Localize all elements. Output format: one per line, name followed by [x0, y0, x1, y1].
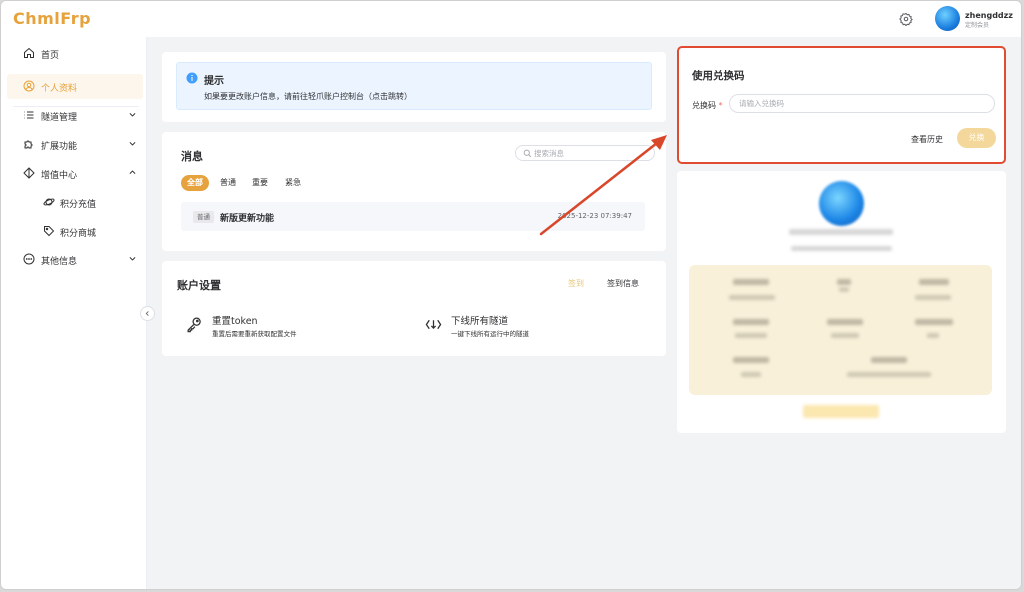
- blurred-username: [789, 229, 893, 235]
- info-icon: [186, 72, 198, 84]
- redeem-button[interactable]: 兑换: [957, 128, 996, 148]
- search-icon: [523, 149, 532, 158]
- message-time: 2025-12-23 07:39:47: [557, 212, 632, 220]
- blurred-stat-value: [847, 372, 931, 377]
- diamond-icon: [23, 167, 35, 179]
- alert-title: 提示: [204, 76, 224, 87]
- home-icon: [24, 47, 34, 58]
- sidebar-item-profile[interactable]: 个人资料: [7, 74, 143, 99]
- blurred-stat-value: [735, 333, 767, 338]
- chevron-down-icon: [129, 257, 136, 261]
- redeem-label-text: 兑换码: [692, 101, 716, 110]
- user-name[interactable]: zhengddzz: [965, 11, 1013, 20]
- sidebar-item-label: 其他信息: [41, 257, 78, 267]
- sidebar-item-tunnels[interactable]: 隧道管理: [7, 103, 143, 128]
- message-title: 新版更新功能: [220, 214, 275, 224]
- blurred-stat-value: [741, 372, 761, 377]
- search-input[interactable]: [534, 148, 644, 159]
- message-item[interactable]: 普通 新版更新功能 2025-12-23 07:39:47: [181, 202, 645, 231]
- planet-icon: [43, 198, 55, 206]
- dots-circle-icon: [23, 253, 35, 265]
- required-mark: *: [718, 101, 723, 110]
- blurred-stat-value: [729, 295, 775, 300]
- blurred-stat-value: [915, 295, 951, 300]
- blurred-stat-value: [839, 287, 849, 292]
- message-tag: 普通: [193, 211, 214, 223]
- filter-important[interactable]: 重要: [248, 175, 272, 191]
- alert-text: 如果要更改账户信息，请前往轻爪账户控制台（点击跳转）: [204, 92, 412, 101]
- sidebar-item-label: 积分商城: [60, 229, 97, 239]
- puzzle-icon: [24, 140, 33, 149]
- signin-button[interactable]: 签到: [568, 278, 584, 289]
- sidebar-collapse-button[interactable]: [140, 306, 155, 321]
- chevron-up-icon: [129, 170, 136, 174]
- redeem-code-input[interactable]: [729, 94, 995, 113]
- chevron-down-icon: [129, 113, 136, 117]
- sidebar-item-points-shop[interactable]: 积分商城: [7, 219, 143, 244]
- blurred-stat-label: [733, 279, 769, 285]
- user-group: 定制会员: [965, 22, 990, 29]
- app-logo[interactable]: ChmlFrp: [13, 9, 91, 28]
- blurred-stat-label: [871, 357, 907, 363]
- messages-card: 消息 全部 普通 重要 紧急 普通 新版更新功能 2025-12-23 07:3…: [162, 132, 666, 251]
- message-search[interactable]: [515, 145, 655, 161]
- blurred-footer-badge: [803, 405, 879, 418]
- chevron-left-icon: [145, 311, 149, 316]
- account-settings-title: 账户设置: [177, 279, 221, 292]
- action-desc: 重置后需要重新获取配置文件: [212, 330, 297, 338]
- sidebar-item-extensions[interactable]: 扩展功能: [7, 132, 143, 157]
- redeem-title: 使用兑换码: [692, 70, 745, 82]
- sidebar-item-label: 积分充值: [60, 200, 97, 210]
- view-history-button[interactable]: 查看历史: [911, 134, 943, 145]
- sidebar-item-label: 首页: [41, 51, 60, 61]
- messages-title: 消息: [181, 150, 203, 163]
- blurred-stat-label: [919, 279, 949, 285]
- redeem-label: 兑换码 *: [692, 100, 723, 111]
- app-window: ChmlFrp zhengddzz 定制会员 首页 个人资料 隧道管理 扩展功能: [0, 0, 1022, 590]
- sidebar-item-points-recharge[interactable]: 积分充值: [7, 190, 143, 215]
- profile-stats-panel: [689, 265, 992, 395]
- redeem-code-card: 使用兑换码 兑换码 * 查看历史 兑换: [677, 46, 1006, 164]
- blurred-stat-label: [837, 279, 851, 285]
- blurred-stat-label: [733, 319, 769, 325]
- blurred-stat-value: [831, 333, 859, 338]
- signin-info-button[interactable]: 签到信息: [607, 278, 639, 289]
- blurred-stat-label: [733, 357, 769, 363]
- sidebar-item-value-center[interactable]: 增值中心: [7, 161, 143, 186]
- sidebar-item-label: 隧道管理: [41, 113, 78, 123]
- sidebar-item-label: 个人资料: [41, 84, 78, 94]
- action-title: 重置token: [212, 316, 258, 327]
- gear-icon[interactable]: [899, 12, 913, 26]
- blurred-email: [791, 246, 892, 251]
- info-alert[interactable]: 提示 如果要更改账户信息，请前往轻爪账户控制台（点击跳转）: [176, 62, 652, 110]
- filter-all[interactable]: 全部: [181, 175, 209, 191]
- profile-avatar: [819, 181, 864, 226]
- tip-card: 提示 如果要更改账户信息，请前往轻爪账户控制台（点击跳转）: [162, 52, 666, 122]
- action-title: 下线所有隧道: [451, 316, 509, 327]
- blurred-stat-label: [915, 319, 953, 325]
- action-desc: 一键下线所有运行中的隧道: [451, 330, 529, 338]
- offline-arrows-icon: [425, 319, 442, 330]
- filter-urgent[interactable]: 紧急: [281, 175, 305, 191]
- sidebar-item-label: 增值中心: [41, 171, 78, 181]
- account-settings-card: 账户设置 签到 签到信息 重置token 重置后需要重新获取配置文件 下线所有隧…: [162, 261, 666, 356]
- user-circle-icon: [23, 80, 35, 92]
- chevron-down-icon: [129, 142, 136, 146]
- sidebar: 首页 个人资料 隧道管理 扩展功能 增值中心 积分充值 积分商城 其他信息: [1, 37, 147, 589]
- key-icon: [187, 317, 201, 333]
- avatar[interactable]: [935, 6, 960, 31]
- profile-card: [677, 171, 1006, 433]
- sidebar-item-home[interactable]: 首页: [7, 41, 143, 66]
- list-icon: [24, 111, 34, 119]
- top-header: ChmlFrp zhengddzz 定制会员: [1, 1, 1021, 37]
- sidebar-item-other-info[interactable]: 其他信息: [7, 247, 143, 272]
- tag-icon: [44, 226, 55, 237]
- sidebar-item-label: 扩展功能: [41, 142, 78, 152]
- blurred-stat-value: [927, 333, 939, 338]
- filter-normal[interactable]: 普通: [216, 175, 240, 191]
- blurred-stat-label: [827, 319, 863, 325]
